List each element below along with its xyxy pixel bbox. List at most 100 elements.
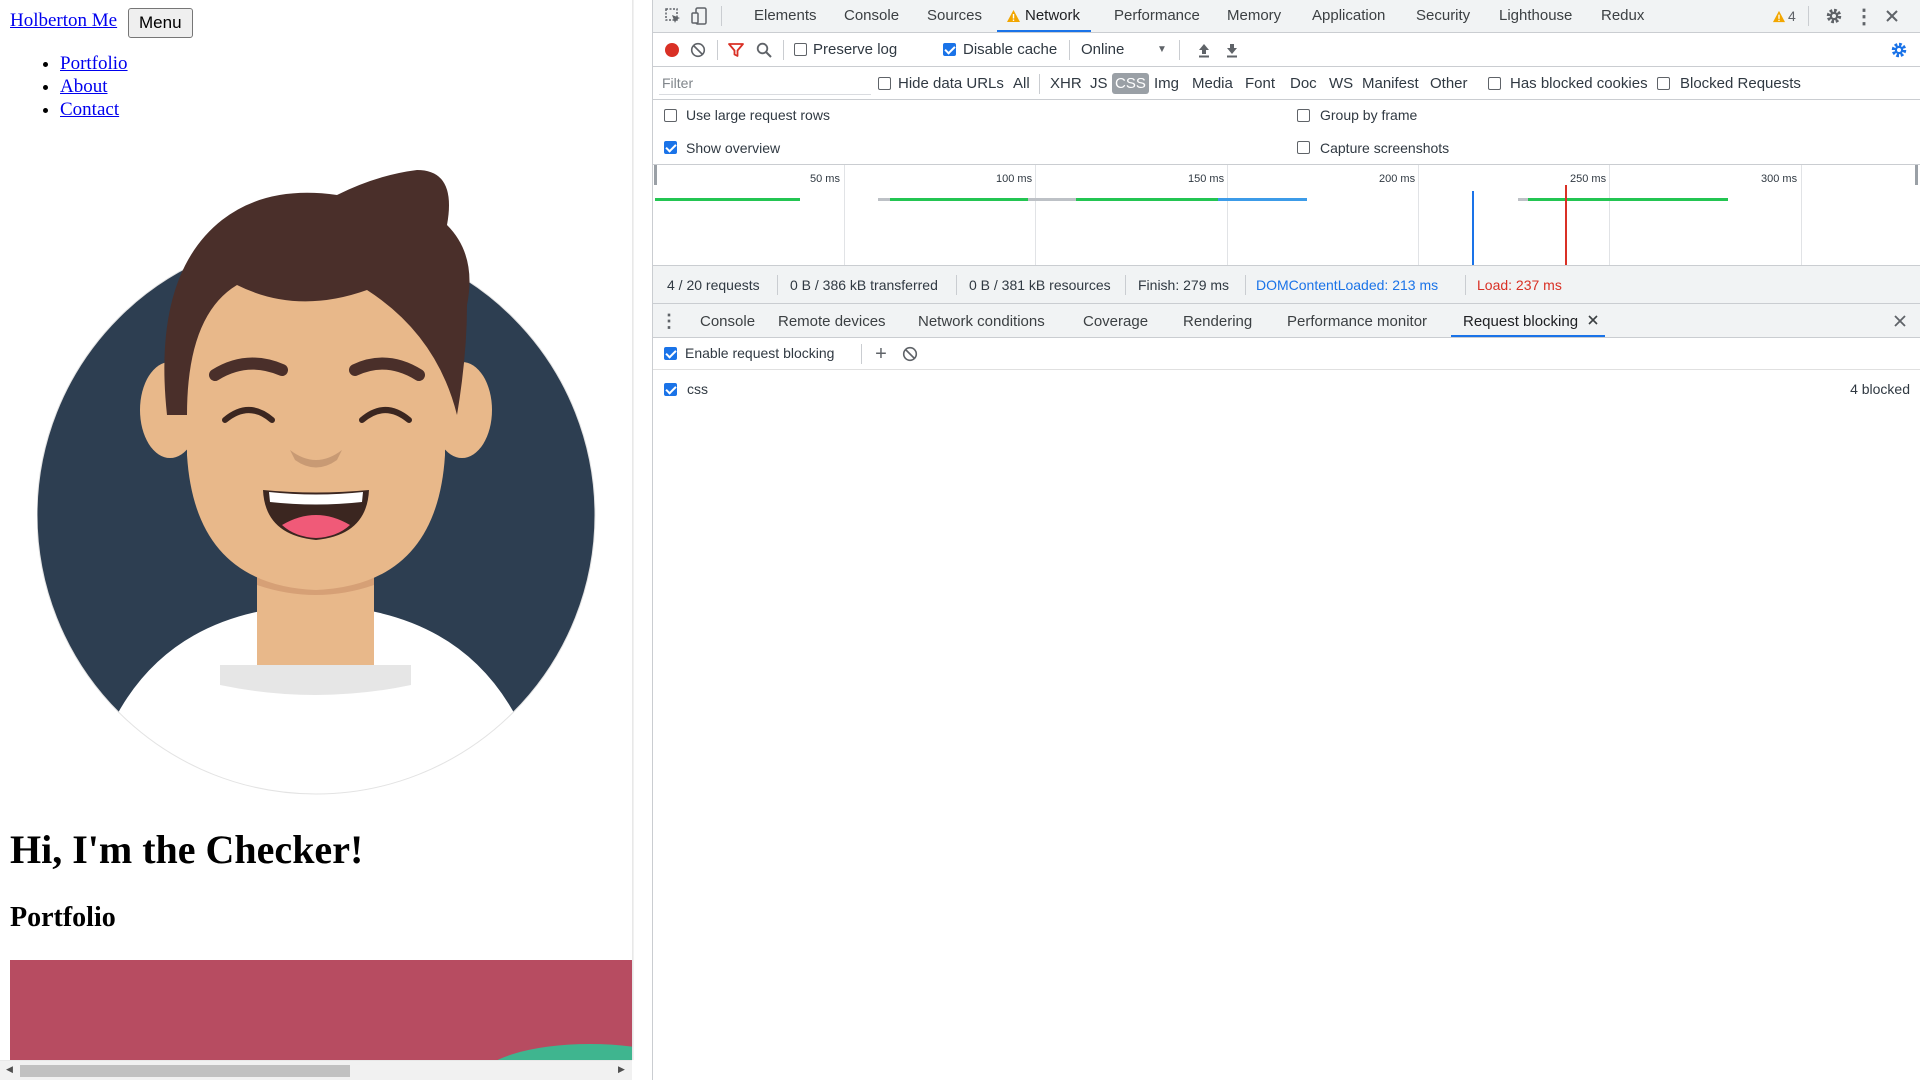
filter-icon[interactable]: [727, 41, 745, 59]
dropdown-arrow-icon[interactable]: ▼: [1156, 42, 1168, 56]
scroll-right-arrow-icon[interactable]: ▶: [618, 1064, 625, 1075]
scroll-left-arrow-icon[interactable]: ◀: [6, 1064, 13, 1075]
close-devtools-icon[interactable]: [1881, 5, 1903, 27]
preserve-log-label[interactable]: Preserve log: [813, 41, 897, 58]
pattern-enabled-checkbox[interactable]: [664, 383, 677, 396]
issues-count[interactable]: 4: [1788, 8, 1796, 24]
tab-application[interactable]: Application: [1312, 7, 1385, 24]
large-rows-label[interactable]: Use large request rows: [686, 107, 830, 123]
nav-link-portfolio[interactable]: Portfolio: [60, 53, 128, 74]
export-har-icon[interactable]: [1223, 41, 1241, 59]
timeline-tick: 50 ms: [810, 173, 840, 185]
filter-input[interactable]: [659, 72, 871, 95]
request-bar: [890, 198, 1028, 201]
overview-left-handle[interactable]: [654, 165, 657, 185]
preserve-log-checkbox[interactable]: [794, 43, 807, 56]
enable-request-blocking-label[interactable]: Enable request blocking: [685, 345, 834, 361]
device-toolbar-icon[interactable]: [690, 6, 710, 26]
toolbar-separator: [1069, 40, 1070, 60]
show-overview-checkbox[interactable]: [664, 141, 677, 154]
blocked-requests-checkbox[interactable]: [1657, 77, 1670, 90]
filter-type-doc[interactable]: Doc: [1288, 73, 1319, 94]
tabbar-separator: [721, 6, 722, 26]
devtools-tabbar: Elements Console Sources Network Perform…: [653, 0, 1920, 33]
throttling-select[interactable]: Online: [1081, 41, 1124, 58]
drawer-tab-performance-monitor[interactable]: Performance monitor: [1287, 313, 1427, 330]
has-blocked-cookies-label[interactable]: Has blocked cookies: [1510, 75, 1648, 92]
overview-right-handle[interactable]: [1915, 165, 1918, 185]
close-drawer-icon[interactable]: [1891, 312, 1909, 330]
show-overview-label[interactable]: Show overview: [686, 140, 780, 156]
tab-performance[interactable]: Performance: [1114, 7, 1200, 24]
filter-type-font[interactable]: Font: [1243, 73, 1277, 94]
request-bar: [1076, 198, 1218, 201]
network-overview-timeline[interactable]: 50 ms 100 ms 150 ms 200 ms 250 ms 300 ms: [653, 165, 1920, 266]
kebab-menu-icon[interactable]: ⋮: [1853, 5, 1875, 28]
nav-link-contact[interactable]: Contact: [60, 99, 119, 120]
brand-link[interactable]: Holberton Me: [10, 10, 117, 32]
nav-list: Portfolio About Contact: [24, 52, 128, 121]
filter-type-js[interactable]: JS: [1088, 73, 1110, 94]
capture-screenshots-checkbox[interactable]: [1297, 141, 1310, 154]
search-icon[interactable]: [755, 41, 773, 59]
tab-security[interactable]: Security: [1416, 7, 1470, 24]
load-marker: [1565, 185, 1567, 265]
import-har-icon[interactable]: [1195, 41, 1213, 59]
tab-lighthouse[interactable]: Lighthouse: [1499, 7, 1572, 24]
drawer-tab-rendering[interactable]: Rendering: [1183, 313, 1252, 330]
summary-requests: 4 / 20 requests: [667, 277, 760, 293]
blocked-requests-label[interactable]: Blocked Requests: [1680, 75, 1801, 92]
filter-type-ws[interactable]: WS: [1327, 73, 1355, 94]
close-tab-icon[interactable]: [1586, 313, 1600, 327]
request-blocking-toolbar: Enable request blocking +: [653, 338, 1920, 370]
filter-type-other[interactable]: Other: [1428, 73, 1470, 94]
issues-warning-icon[interactable]: [1771, 8, 1787, 24]
filter-type-media[interactable]: Media: [1190, 73, 1235, 94]
nav-link-about[interactable]: About: [60, 76, 108, 97]
tab-memory[interactable]: Memory: [1227, 7, 1281, 24]
disable-cache-label[interactable]: Disable cache: [963, 41, 1057, 58]
enable-request-blocking-checkbox[interactable]: [664, 347, 677, 360]
drawer-tab-network-conditions[interactable]: Network conditions: [918, 313, 1045, 330]
group-by-frame-label[interactable]: Group by frame: [1320, 107, 1417, 123]
filter-type-xhr[interactable]: XHR: [1048, 73, 1084, 94]
nav-item: Portfolio: [60, 52, 128, 75]
tab-sources[interactable]: Sources: [927, 7, 982, 24]
menu-button[interactable]: Menu: [128, 8, 193, 38]
disable-cache-checkbox[interactable]: [943, 43, 956, 56]
gear-icon[interactable]: [1823, 5, 1845, 27]
record-icon[interactable]: [663, 41, 681, 59]
blocked-pattern-row[interactable]: css 4 blocked: [653, 374, 1920, 402]
drawer-tab-remote-devices[interactable]: Remote devices: [778, 313, 886, 330]
capture-screenshots-label[interactable]: Capture screenshots: [1320, 140, 1449, 156]
add-pattern-icon[interactable]: +: [871, 343, 891, 365]
filter-type-manifest[interactable]: Manifest: [1360, 73, 1421, 94]
horizontal-scroll-thumb[interactable]: [20, 1065, 350, 1077]
drawer-menu-icon[interactable]: ⋮: [660, 311, 678, 331]
large-rows-checkbox[interactable]: [664, 109, 677, 122]
network-settings-gear-icon[interactable]: [1889, 40, 1909, 60]
page-vertical-scrollbar[interactable]: ▲ ▼: [632, 0, 634, 1060]
remove-all-patterns-icon[interactable]: [901, 345, 919, 363]
inspect-element-icon[interactable]: [663, 6, 683, 26]
tab-console[interactable]: Console: [844, 7, 899, 24]
drawer-tab-coverage[interactable]: Coverage: [1083, 313, 1148, 330]
timeline-gridline: [1801, 165, 1802, 265]
page-horizontal-scrollbar[interactable]: ◀ ▶: [0, 1060, 632, 1080]
tab-elements[interactable]: Elements: [754, 7, 817, 24]
filter-type-img[interactable]: Img: [1152, 73, 1181, 94]
hide-data-urls-label[interactable]: Hide data URLs: [898, 75, 1004, 92]
summary-load: Load: 237 ms: [1477, 277, 1562, 293]
hide-data-urls-checkbox[interactable]: [878, 77, 891, 90]
drawer-tab-console[interactable]: Console: [700, 313, 755, 330]
tab-redux[interactable]: Redux: [1601, 7, 1644, 24]
clear-icon[interactable]: [689, 41, 707, 59]
filter-type-all[interactable]: All: [1011, 73, 1032, 94]
group-by-frame-checkbox[interactable]: [1297, 109, 1310, 122]
request-bar: [878, 198, 890, 201]
drawer-tab-request-blocking[interactable]: Request blocking: [1463, 313, 1578, 330]
timeline-tick: 150 ms: [1188, 173, 1225, 185]
tab-network[interactable]: Network: [1025, 7, 1080, 24]
filter-type-css[interactable]: CSS: [1112, 73, 1149, 94]
has-blocked-cookies-checkbox[interactable]: [1488, 77, 1501, 90]
